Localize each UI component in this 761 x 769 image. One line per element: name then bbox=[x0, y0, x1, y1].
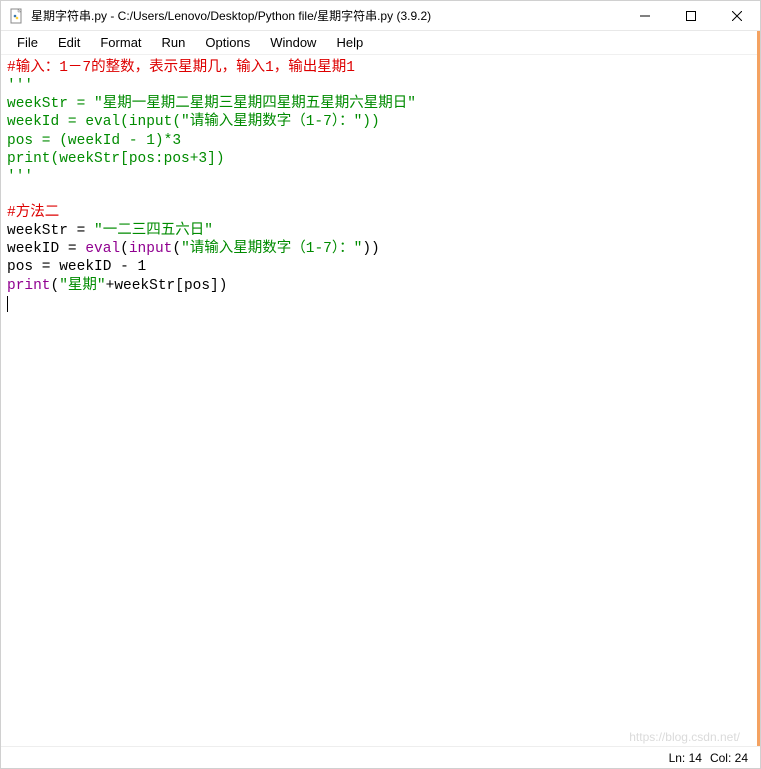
menu-help[interactable]: Help bbox=[326, 32, 373, 53]
minimize-button[interactable] bbox=[622, 1, 668, 30]
code-string: "请输入星期数字（1-7）：" bbox=[181, 241, 362, 257]
code-text: weekStr = bbox=[7, 223, 94, 239]
code-builtin: input bbox=[129, 241, 173, 257]
code-text: ( bbox=[51, 278, 60, 294]
code-text: +weekStr[pos]) bbox=[106, 278, 228, 294]
python-file-icon bbox=[9, 8, 25, 24]
code-comment: #方法二 bbox=[7, 205, 59, 221]
code-text: )) bbox=[362, 241, 379, 257]
code-line: pos = (weekId - 1)*3 bbox=[7, 133, 181, 149]
menu-format[interactable]: Format bbox=[90, 32, 151, 53]
ln-value: 14 bbox=[689, 751, 702, 765]
menu-file[interactable]: File bbox=[7, 32, 48, 53]
code-editor[interactable]: #输入：1－7的整数，表示星期几，输入1，输出星期1 ''' weekStr =… bbox=[1, 55, 760, 746]
code-text: ( bbox=[120, 241, 129, 257]
status-line: Ln: 14 bbox=[669, 751, 702, 765]
code-text: pos = weekID - 1 bbox=[7, 259, 146, 275]
window-title: 星期字符串.py - C:/Users/Lenovo/Desktop/Pytho… bbox=[31, 7, 622, 24]
menu-window[interactable]: Window bbox=[260, 32, 326, 53]
menu-options[interactable]: Options bbox=[195, 32, 260, 53]
titlebar: 星期字符串.py - C:/Users/Lenovo/Desktop/Pytho… bbox=[1, 1, 760, 31]
menu-edit[interactable]: Edit bbox=[48, 32, 90, 53]
window-controls bbox=[622, 1, 760, 30]
col-value: 24 bbox=[735, 751, 748, 765]
code-text: ( bbox=[172, 241, 181, 257]
menubar: File Edit Format Run Options Window Help bbox=[1, 31, 760, 55]
maximize-button[interactable] bbox=[668, 1, 714, 30]
close-button[interactable] bbox=[714, 1, 760, 30]
code-string: "星期" bbox=[59, 278, 105, 294]
menu-run[interactable]: Run bbox=[152, 32, 196, 53]
code-line: weekStr = "星期一星期二星期三星期四星期五星期六星期日" bbox=[7, 96, 416, 112]
text-cursor bbox=[7, 296, 8, 312]
code-text: weekID = bbox=[7, 241, 85, 257]
code-string: "一二三四五六日" bbox=[94, 223, 213, 239]
status-col: Col: 24 bbox=[710, 751, 748, 765]
code-line: weekId = eval(input("请输入星期数字（1-7）：")) bbox=[7, 114, 380, 130]
code-comment: #输入：1－7的整数，表示星期几，输入1，输出星期1 bbox=[7, 60, 355, 76]
code-line: print(weekStr[pos:pos+3]) bbox=[7, 151, 225, 167]
code-docstring: ''' bbox=[7, 78, 33, 94]
code-docstring: ''' bbox=[7, 169, 33, 185]
right-edge-marker bbox=[757, 31, 760, 746]
statusbar: Ln: 14 Col: 24 bbox=[1, 746, 760, 768]
col-label: Col: bbox=[710, 751, 735, 765]
code-builtin: eval bbox=[85, 241, 120, 257]
ln-label: Ln: bbox=[669, 751, 689, 765]
code-builtin: print bbox=[7, 278, 51, 294]
